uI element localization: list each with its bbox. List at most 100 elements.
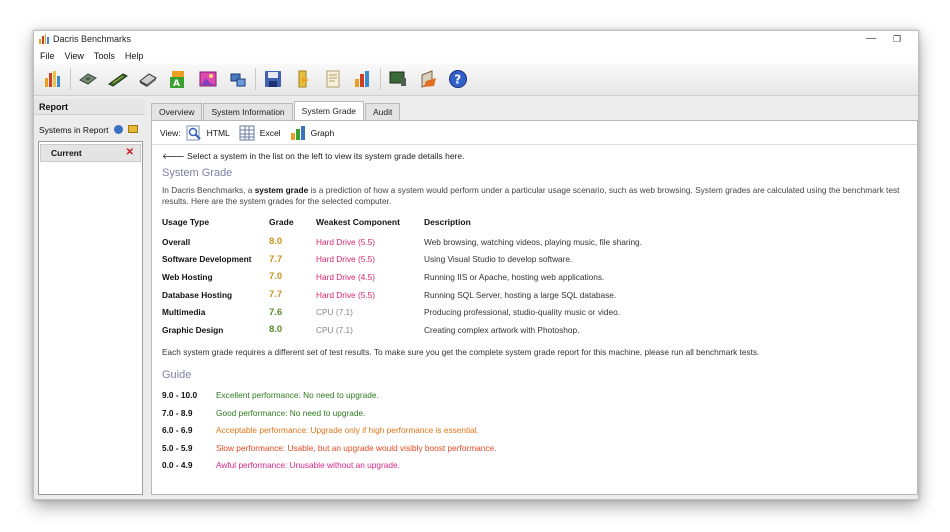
graph-report-icon[interactable] bbox=[352, 68, 374, 90]
excel-view-button[interactable]: Excel bbox=[260, 128, 281, 138]
restore-button[interactable]: ❐ bbox=[890, 33, 904, 45]
grade-row: Graphic Design 8.0 CPU (7.1) Creating compl… bbox=[162, 321, 824, 339]
weakest-component-cell: CPU (7.1) bbox=[316, 324, 353, 335]
graph-view-icon[interactable] bbox=[290, 125, 306, 141]
title-bar: Dacris Benchmarks — ❐ bbox=[34, 31, 918, 49]
guide-range: 7.0 - 8.9 bbox=[162, 407, 193, 418]
usage-type-cell: Multimedia bbox=[162, 307, 206, 318]
open-folder-icon[interactable] bbox=[292, 68, 314, 90]
grade-note: Each system grade requires a different s… bbox=[162, 346, 760, 357]
tab-system-information[interactable]: System Information bbox=[203, 103, 293, 120]
graphics-icon[interactable]: A bbox=[167, 68, 189, 90]
monitor-icon[interactable] bbox=[387, 68, 409, 90]
usage-type-cell: Graphic Design bbox=[162, 324, 224, 335]
settings-icon[interactable] bbox=[417, 68, 439, 90]
grade-cell: 8.0 bbox=[269, 236, 283, 248]
weakest-component-cell: Hard Drive (5.5) bbox=[316, 289, 376, 300]
remove-system-icon[interactable]: ✕ bbox=[126, 145, 134, 161]
menu-file[interactable]: File bbox=[40, 49, 55, 63]
select-system-hint: 🡐 Select a system in the list on the lef… bbox=[162, 151, 465, 161]
graph-view-button[interactable]: Graph bbox=[311, 128, 335, 138]
description-cell: Creating complex artwork with Photoshop. bbox=[424, 324, 580, 335]
usage-type-cell: Database Hosting bbox=[162, 289, 233, 300]
add-system-icon[interactable] bbox=[114, 125, 123, 134]
svg-text:?: ? bbox=[454, 73, 461, 87]
app-window: Dacris Benchmarks — ❐ File View Tools He… bbox=[33, 30, 919, 500]
grade-row: Multimedia 7.6 CPU (7.1) Producing professi… bbox=[162, 303, 824, 321]
view-bar: View: HTML Excel Graph bbox=[152, 121, 917, 145]
system-grade-intro: In Dacris Benchmarks, a system grade is … bbox=[162, 185, 900, 206]
export-icon[interactable] bbox=[322, 68, 344, 90]
grade-table: Usage Type Grade Weakest Component Descr… bbox=[162, 217, 824, 339]
guide-description: Acceptable performance: Upgrade only if … bbox=[216, 425, 479, 436]
window-title: Dacris Benchmarks bbox=[53, 34, 132, 44]
guide-range: 0.0 - 4.9 bbox=[162, 460, 193, 471]
menu-tools[interactable]: Tools bbox=[94, 49, 115, 63]
grade-cell: 7.0 bbox=[269, 271, 283, 283]
guide-range: 9.0 - 10.0 bbox=[162, 390, 198, 401]
weakest-component-cell: Hard Drive (4.5) bbox=[316, 271, 376, 282]
usage-type-cell: Web Hosting bbox=[162, 271, 213, 282]
menu-help[interactable]: Help bbox=[125, 49, 144, 63]
toolbar-separator bbox=[255, 68, 256, 90]
minimize-button[interactable]: — bbox=[864, 33, 878, 45]
column-grade: Grade bbox=[269, 217, 294, 227]
systems-list: Current ✕ bbox=[38, 141, 143, 495]
tab-bar: Overview System Information System Grade… bbox=[151, 101, 401, 120]
description-cell: Web browsing, watching videos, playing m… bbox=[424, 236, 642, 247]
report-panel-header: Report bbox=[34, 99, 145, 115]
toolbar-separator bbox=[380, 68, 381, 90]
intro-bold-term: system grade bbox=[254, 185, 309, 195]
open-system-icon[interactable] bbox=[128, 125, 138, 133]
column-description: Description bbox=[424, 217, 471, 227]
guide-heading: Guide bbox=[162, 368, 192, 381]
description-cell: Running IIS or Apache, hosting web appli… bbox=[424, 271, 605, 282]
toolbar-separator bbox=[70, 68, 71, 90]
cpu-icon[interactable] bbox=[77, 68, 99, 90]
benchmark-chart-icon[interactable] bbox=[42, 68, 64, 90]
guide-row: 7.0 - 8.9 Good performance: No need to up… bbox=[162, 404, 911, 422]
network-icon[interactable] bbox=[227, 68, 249, 90]
description-cell: Producing professional, studio-quality m… bbox=[424, 307, 620, 318]
main-content-panel: View: HTML Excel Graph 🡐 Select a system… bbox=[151, 120, 918, 495]
column-usage-type: Usage Type bbox=[162, 217, 210, 227]
save-icon[interactable] bbox=[262, 68, 284, 90]
system-item-current[interactable]: Current ✕ bbox=[40, 144, 141, 162]
memory-icon[interactable] bbox=[107, 68, 129, 90]
grade-report: 🡐 Select a system in the list on the lef… bbox=[162, 151, 911, 474]
guide-description: Excellent performance: No need to upgrad… bbox=[216, 390, 379, 401]
weakest-component-cell: Hard Drive (5.5) bbox=[316, 236, 376, 247]
guide-row: 0.0 - 4.9 Awful performance: Unusable wit… bbox=[162, 457, 911, 475]
description-cell: Using Visual Studio to develop software. bbox=[424, 254, 573, 265]
guide-range: 5.0 - 5.9 bbox=[162, 442, 193, 453]
weakest-component-cell: CPU (7.1) bbox=[316, 307, 353, 318]
guide-description: Awful performance: Unusable without an u… bbox=[216, 460, 400, 471]
grade-cell: 7.6 bbox=[269, 306, 283, 318]
usage-type-cell: Software Development bbox=[162, 254, 252, 265]
svg-text:A: A bbox=[173, 79, 180, 89]
grade-cell: 8.0 bbox=[269, 324, 283, 336]
menu-view[interactable]: View bbox=[65, 49, 84, 63]
tab-system-grade[interactable]: System Grade bbox=[293, 101, 364, 120]
html-view-icon[interactable] bbox=[186, 125, 202, 141]
view-label: View: bbox=[160, 127, 181, 138]
grade-row: Web Hosting 7.0 Hard Drive (4.5) Running II… bbox=[162, 268, 824, 286]
grade-row: Overall 8.0 Hard Drive (5.5) Web browsing, … bbox=[162, 233, 824, 251]
picture-icon[interactable] bbox=[197, 68, 219, 90]
disk-icon[interactable] bbox=[137, 68, 159, 90]
usage-type-cell: Overall bbox=[162, 236, 191, 247]
grade-cell: 7.7 bbox=[269, 289, 283, 301]
guide-range: 6.0 - 6.9 bbox=[162, 425, 193, 436]
excel-view-icon[interactable] bbox=[239, 125, 255, 141]
grade-table-header: Usage Type Grade Weakest Component Descr… bbox=[162, 217, 824, 233]
tab-audit[interactable]: Audit bbox=[365, 103, 401, 120]
help-icon[interactable]: ? bbox=[447, 68, 469, 90]
html-view-button[interactable]: HTML bbox=[207, 128, 230, 138]
system-grade-heading: System Grade bbox=[162, 167, 233, 179]
weakest-component-cell: Hard Drive (5.5) bbox=[316, 254, 376, 265]
guide-description: Slow performance: Usable, but an upgrade… bbox=[216, 442, 497, 453]
column-weakest-component: Weakest Component bbox=[316, 217, 400, 227]
system-item-label: Current bbox=[51, 148, 82, 158]
guide-row: 6.0 - 6.9 Acceptable performance: Upgrade… bbox=[162, 422, 911, 440]
tab-overview[interactable]: Overview bbox=[151, 103, 203, 120]
